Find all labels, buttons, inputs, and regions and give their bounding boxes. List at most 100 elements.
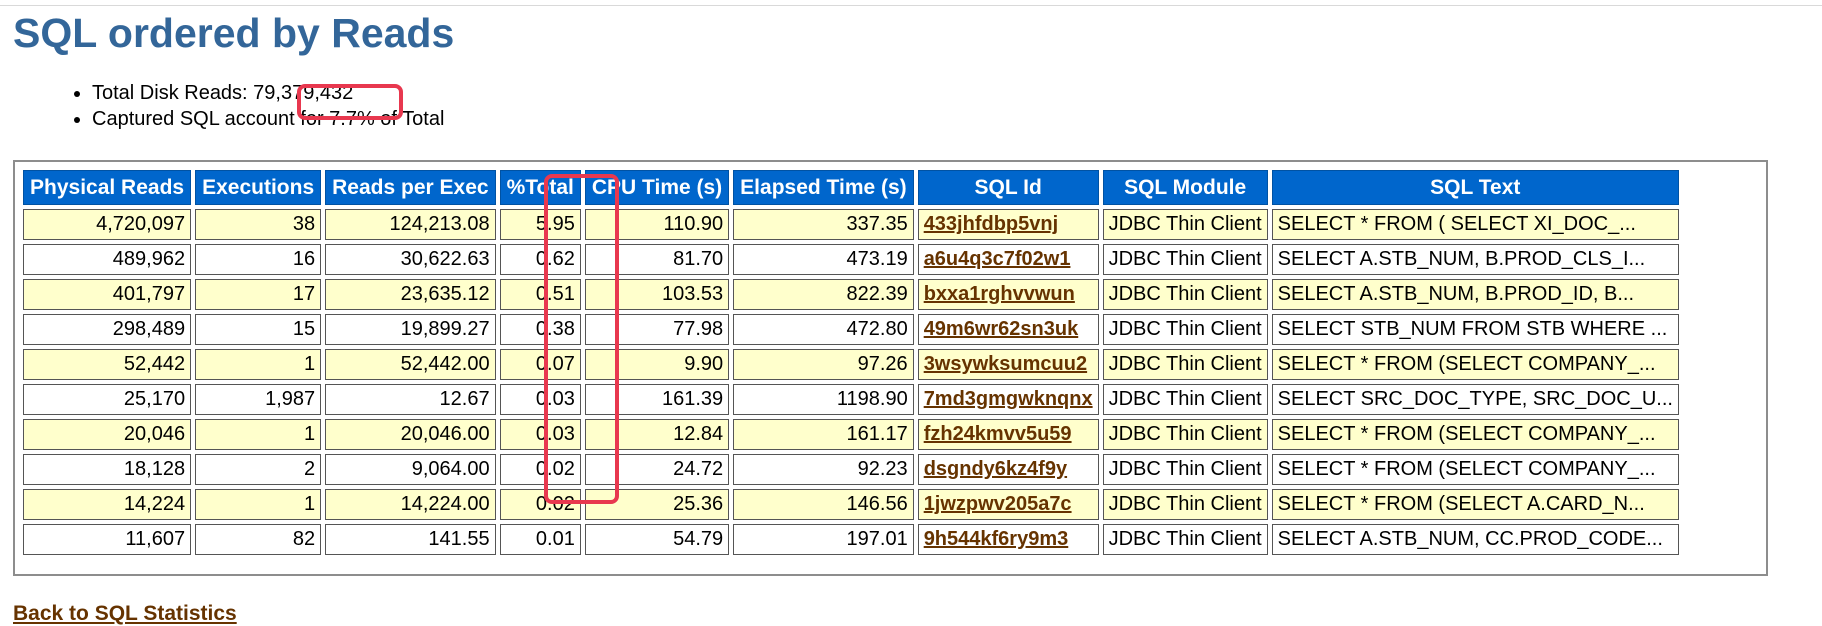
cell-elapsed-time: 337.35 [733, 209, 914, 240]
table-row: 18,128 2 9,064.00 0.02 24.72 92.23 dsgndy6kz4f… [23, 454, 1679, 485]
cell-cpu-time: 54.79 [584, 524, 730, 555]
cell-sql-id: dsgndy6kz4f9y [917, 454, 1099, 485]
sql-id-link[interactable]: 3wsywksumcuu2 [924, 353, 1087, 375]
table-row: 11,607 82 141.55 0.01 54.79 197.01 9h544kf6ry9… [23, 524, 1679, 555]
cell-sql-text: SELECT * FROM (SELECT COMPANY_... [1271, 419, 1679, 450]
table-row: 489,962 16 30,622.63 0.62 81.70 473.19 a6u4q3c… [23, 244, 1679, 275]
cell-sql-module: JDBC Thin Client [1102, 244, 1268, 275]
sql-id-link[interactable]: bxxa1rghvvwun [924, 283, 1075, 305]
cell-elapsed-time: 92.23 [733, 454, 914, 485]
cell-sql-text: SELECT * FROM (SELECT COMPANY_... [1271, 454, 1679, 485]
cell-reads-per-exec: 19,899.27 [325, 314, 496, 345]
cell-sql-module: JDBC Thin Client [1102, 279, 1268, 310]
cell-physical-reads: 20,046 [23, 419, 192, 450]
col-sql-id: SQL Id [917, 170, 1099, 205]
sql-id-link[interactable]: 1jwzpwv205a7c [924, 493, 1072, 515]
cell-sql-id: 49m6wr62sn3uk [917, 314, 1099, 345]
cell-sql-text: SELECT * FROM ( SELECT XI_DOC_... [1271, 209, 1679, 240]
sql-id-link[interactable]: a6u4q3c7f02w1 [924, 248, 1071, 270]
cell-sql-id: bxxa1rghvvwun [917, 279, 1099, 310]
cell-sql-module: JDBC Thin Client [1102, 419, 1268, 450]
cell-sql-id: 9h544kf6ry9m3 [917, 524, 1099, 555]
cell-sql-module: JDBC Thin Client [1102, 489, 1268, 520]
cell-sql-module: JDBC Thin Client [1102, 314, 1268, 345]
cell-sql-module: JDBC Thin Client [1102, 384, 1268, 415]
cell-sql-id: 3wsywksumcuu2 [917, 349, 1099, 380]
cell-elapsed-time: 161.17 [733, 419, 914, 450]
cell-physical-reads: 489,962 [23, 244, 192, 275]
sql-id-link[interactable]: 9h544kf6ry9m3 [924, 528, 1069, 550]
cell-sql-id: 1jwzpwv205a7c [917, 489, 1099, 520]
cell-pct-total: 0.03 [499, 384, 581, 415]
cell-cpu-time: 24.72 [584, 454, 730, 485]
cell-cpu-time: 25.36 [584, 489, 730, 520]
cell-physical-reads: 4,720,097 [23, 209, 192, 240]
cell-sql-text: SELECT * FROM (SELECT A.CARD_N... [1271, 489, 1679, 520]
cell-reads-per-exec: 52,442.00 [325, 349, 496, 380]
cell-reads-per-exec: 124,213.08 [325, 209, 496, 240]
cell-physical-reads: 25,170 [23, 384, 192, 415]
top-divider [0, 5, 1822, 6]
cell-physical-reads: 14,224 [23, 489, 192, 520]
cell-pct-total: 0.62 [499, 244, 581, 275]
col-reads-per-exec: Reads per Exec [325, 170, 496, 205]
back-to-sql-statistics-link[interactable]: Back to SQL Statistics [13, 602, 237, 626]
cell-cpu-time: 103.53 [584, 279, 730, 310]
sql-id-link[interactable]: fzh24kmvv5u59 [924, 423, 1072, 445]
cell-cpu-time: 161.39 [584, 384, 730, 415]
table-row: 52,442 1 52,442.00 0.07 9.90 97.26 3wsywksumcu… [23, 349, 1679, 380]
cell-elapsed-time: 822.39 [733, 279, 914, 310]
col-cpu-time: CPU Time (s) [584, 170, 730, 205]
col-elapsed-time: Elapsed Time (s) [733, 170, 914, 205]
cell-elapsed-time: 97.26 [733, 349, 914, 380]
cell-executions: 38 [195, 209, 322, 240]
cell-pct-total: 0.03 [499, 419, 581, 450]
cell-pct-total: 0.51 [499, 279, 581, 310]
cell-elapsed-time: 197.01 [733, 524, 914, 555]
cell-reads-per-exec: 20,046.00 [325, 419, 496, 450]
cell-physical-reads: 401,797 [23, 279, 192, 310]
page-title: SQL ordered by Reads [13, 10, 455, 56]
cell-sql-module: JDBC Thin Client [1102, 524, 1268, 555]
cell-pct-total: 0.01 [499, 524, 581, 555]
cell-sql-text: SELECT A.STB_NUM, CC.PROD_CODE... [1271, 524, 1679, 555]
summary-captured-sql: Captured SQL account for 7.7% of Total [92, 106, 444, 132]
col-executions: Executions [195, 170, 322, 205]
cell-sql-text: SELECT A.STB_NUM, B.PROD_CLS_I... [1271, 244, 1679, 275]
cell-cpu-time: 81.70 [584, 244, 730, 275]
cell-elapsed-time: 146.56 [733, 489, 914, 520]
table-header-row: Physical Reads Executions Reads per Exec… [23, 170, 1679, 205]
cell-physical-reads: 18,128 [23, 454, 192, 485]
cell-cpu-time: 12.84 [584, 419, 730, 450]
cell-pct-total: 0.07 [499, 349, 581, 380]
cell-reads-per-exec: 12.67 [325, 384, 496, 415]
cell-physical-reads: 11,607 [23, 524, 192, 555]
sql-id-link[interactable]: 7md3gmgwknqnx [924, 388, 1093, 410]
table-row: 298,489 15 19,899.27 0.38 77.98 472.80 49m6wr6… [23, 314, 1679, 345]
cell-cpu-time: 110.90 [584, 209, 730, 240]
cell-sql-id: 433jhfdbp5vnj [917, 209, 1099, 240]
cell-executions: 15 [195, 314, 322, 345]
cell-pct-total: 0.02 [499, 489, 581, 520]
cell-executions: 1 [195, 489, 322, 520]
cell-sql-text: SELECT A.STB_NUM, B.PROD_ID, B... [1271, 279, 1679, 310]
cell-executions: 82 [195, 524, 322, 555]
cell-pct-total: 5.95 [499, 209, 581, 240]
sql-ordered-by-reads-table: Physical Reads Executions Reads per Exec… [19, 166, 1683, 559]
cell-pct-total: 0.38 [499, 314, 581, 345]
sql-table-container: Physical Reads Executions Reads per Exec… [13, 160, 1768, 576]
cell-cpu-time: 77.98 [584, 314, 730, 345]
cell-executions: 1 [195, 349, 322, 380]
cell-sql-id: 7md3gmgwknqnx [917, 384, 1099, 415]
cell-sql-module: JDBC Thin Client [1102, 454, 1268, 485]
cell-sql-text: SELECT * FROM (SELECT COMPANY_... [1271, 349, 1679, 380]
cell-sql-module: JDBC Thin Client [1102, 209, 1268, 240]
col-sql-text: SQL Text [1271, 170, 1679, 205]
sql-id-link[interactable]: 433jhfdbp5vnj [924, 213, 1058, 235]
cell-sql-id: fzh24kmvv5u59 [917, 419, 1099, 450]
table-row: 4,720,097 38 124,213.08 5.95 110.90 337.35 433… [23, 209, 1679, 240]
cell-elapsed-time: 1198.90 [733, 384, 914, 415]
table-row: 401,797 17 23,635.12 0.51 103.53 822.39 bxxa1r… [23, 279, 1679, 310]
sql-id-link[interactable]: 49m6wr62sn3uk [924, 318, 1079, 340]
sql-id-link[interactable]: dsgndy6kz4f9y [924, 458, 1067, 480]
